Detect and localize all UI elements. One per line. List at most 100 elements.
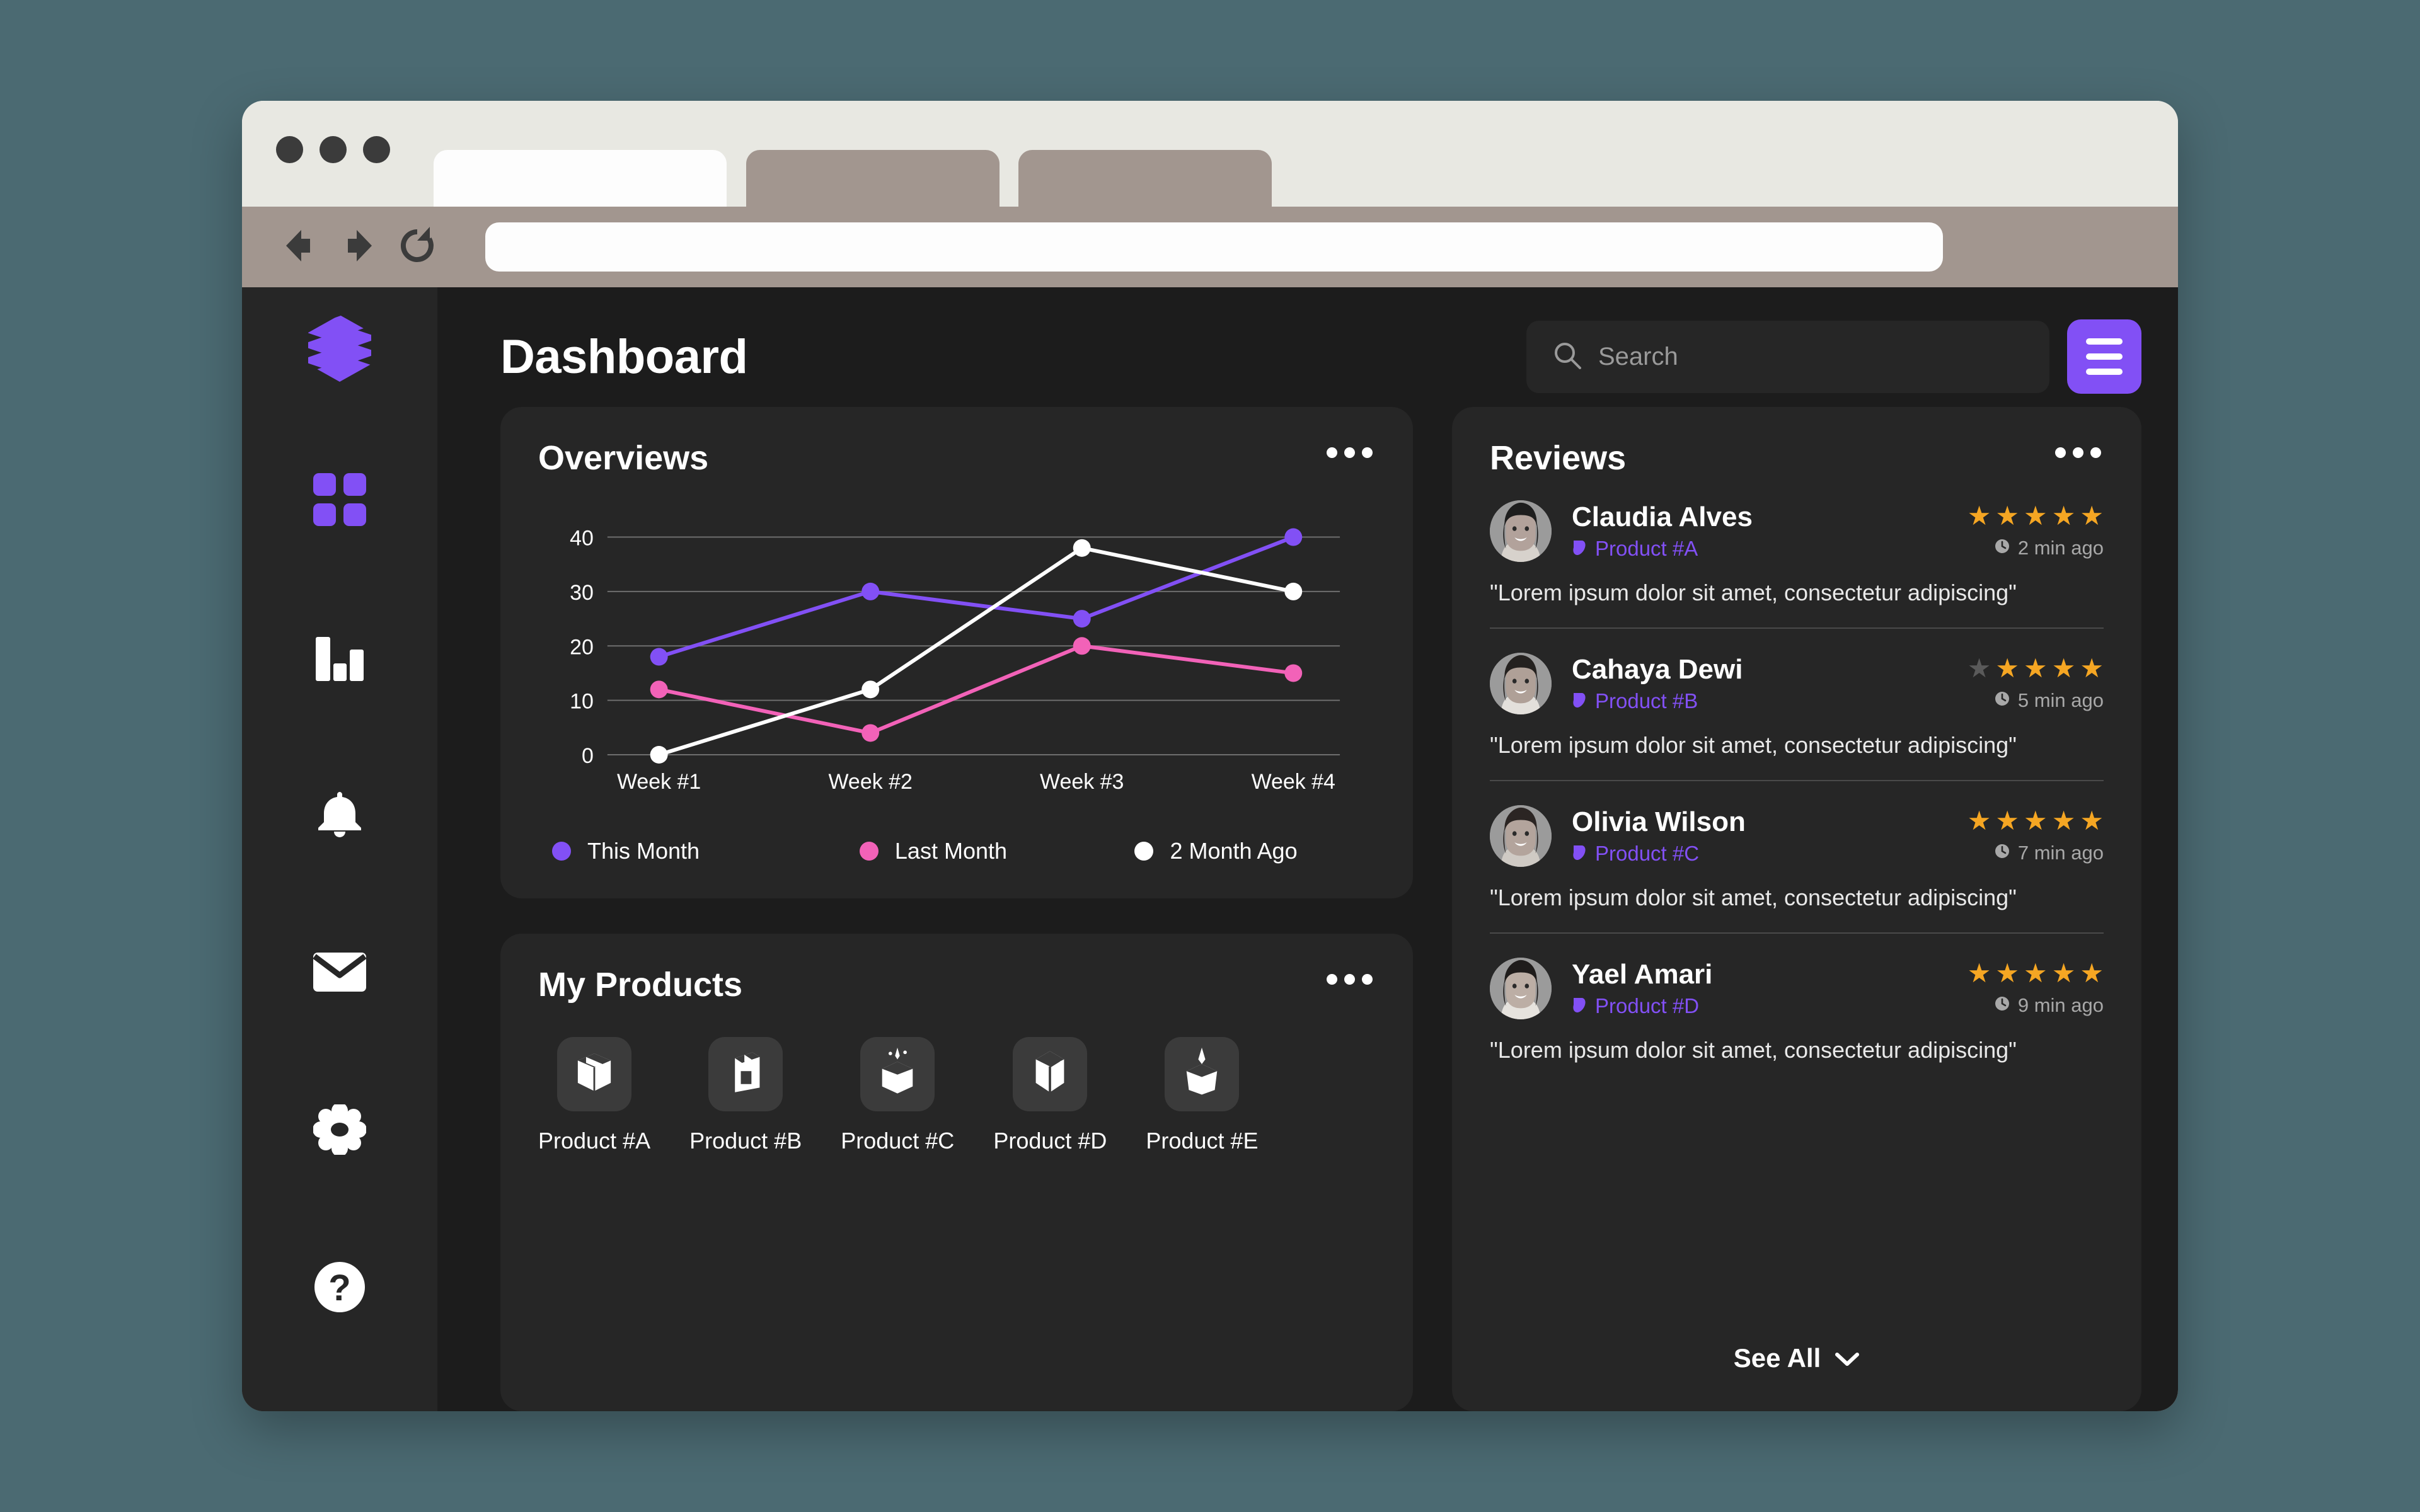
- sidebar: ?: [242, 287, 437, 1411]
- legend-dot-last-month: [859, 842, 879, 861]
- product-item[interactable]: Product #B: [689, 1037, 802, 1154]
- right-column: Reviews Claudia Alves Product #A ★ ★ ★ ★…: [1452, 407, 2141, 1411]
- maximize-window-dot[interactable]: [363, 136, 390, 163]
- sidebar-item-messages[interactable]: [302, 936, 377, 1011]
- hamburger-line-2: [2086, 353, 2123, 360]
- my-products-more-options-icon[interactable]: [1324, 965, 1375, 994]
- product-item[interactable]: Product #C: [841, 1037, 954, 1154]
- avatar: [1490, 805, 1552, 867]
- url-input[interactable]: [485, 222, 1943, 272]
- clock-icon: [1994, 537, 2010, 559]
- svg-text:Week #2: Week #2: [829, 770, 913, 794]
- box-closed-icon: [1030, 1046, 1070, 1102]
- reviewer-name: Cahaya Dewi: [1572, 653, 1743, 685]
- browser-toolbar: [242, 207, 2178, 287]
- forward-arrow-icon[interactable]: [330, 227, 376, 267]
- product-tile[interactable]: [1165, 1037, 1240, 1111]
- reviewer-name: Claudia Alves: [1572, 501, 1753, 532]
- product-label: Product #D: [993, 1128, 1107, 1154]
- svg-text:10: 10: [570, 690, 594, 714]
- search-input[interactable]: [1598, 342, 2023, 371]
- star-icon-filled: ★: [2051, 501, 2076, 530]
- main-content: Dashboard Search Overviews 0 10 20 30 40…: [437, 287, 2178, 1411]
- star-icon-filled: ★: [1995, 806, 2020, 835]
- review-text: "Lorem ipsum dolor sit amet, consectetur…: [1490, 580, 2017, 605]
- browser-window: ? Dashboard Search Overviews 0 10 20 30 …: [242, 101, 2178, 1411]
- sidebar-item-notifications[interactable]: [302, 778, 377, 854]
- star-icon-filled: ★: [1967, 806, 1991, 835]
- sidebar-item-analytics[interactable]: [302, 621, 377, 696]
- avatar: [1490, 500, 1552, 562]
- product-tile[interactable]: [708, 1037, 783, 1111]
- svg-text:?: ?: [328, 1268, 350, 1309]
- box-sparkle-icon: [877, 1046, 918, 1102]
- star-icon-filled: ★: [2080, 806, 2104, 835]
- review-item[interactable]: Olivia Wilson Product #C ★ ★ ★ ★ ★ 7 min…: [1490, 805, 2104, 958]
- review-time: 9 min ago: [1968, 994, 2104, 1017]
- star-icon-filled: ★: [1995, 653, 2020, 683]
- svg-text:40: 40: [570, 527, 594, 551]
- review-text: "Lorem ipsum dolor sit amet, consectetur…: [1490, 732, 2017, 758]
- page-title: Dashboard: [500, 329, 748, 384]
- reviewer-name: Olivia Wilson: [1572, 806, 1746, 837]
- review-item[interactable]: Cahaya Dewi Product #B ★ ★ ★ ★ ★ 5 min a…: [1490, 653, 2104, 805]
- product-item[interactable]: Product #D: [993, 1037, 1107, 1154]
- svg-text:Week #3: Week #3: [1040, 770, 1124, 794]
- product-item[interactable]: Product #A: [538, 1037, 650, 1154]
- overviews-more-options-icon[interactable]: [1324, 438, 1375, 467]
- star-icon-empty: ★: [1967, 653, 1991, 683]
- review-divider: [1490, 780, 2104, 781]
- svg-text:0: 0: [582, 744, 594, 768]
- legend-label-this-month: This Month: [587, 838, 700, 864]
- review-item[interactable]: Claudia Alves Product #A ★ ★ ★ ★ ★ 2 min…: [1490, 500, 2104, 653]
- sidebar-item-settings[interactable]: [302, 1093, 377, 1169]
- svg-text:Week #4: Week #4: [1252, 770, 1335, 794]
- review-text: "Lorem ipsum dolor sit amet, consectetur…: [1490, 1037, 2017, 1063]
- product-item[interactable]: Product #E: [1146, 1037, 1259, 1154]
- grid-dashboard-icon: [313, 472, 366, 529]
- sidebar-item-help[interactable]: ?: [302, 1251, 377, 1326]
- review-product[interactable]: Product #C: [1572, 842, 1746, 866]
- back-arrow-icon[interactable]: [282, 227, 328, 267]
- clock-icon: [1994, 994, 2010, 1017]
- product-label: Product #E: [1146, 1128, 1259, 1154]
- reviews-more-options-icon[interactable]: [2053, 438, 2104, 467]
- bell-icon: [313, 788, 366, 844]
- reload-icon[interactable]: [397, 226, 437, 269]
- product-label: Product #C: [841, 1128, 955, 1154]
- review-item[interactable]: Yael Amari Product #D ★ ★ ★ ★ ★ 9 min ag…: [1490, 958, 2104, 1066]
- app-header: Dashboard: [500, 306, 2141, 407]
- close-window-dot[interactable]: [276, 136, 303, 163]
- overviews-card: Overviews 0 10 20 30 40 Week #1 Week #2 Week #3…: [500, 407, 1413, 898]
- legend-label-last-month: Last Month: [894, 838, 1008, 864]
- product-tile[interactable]: [557, 1037, 632, 1111]
- review-product-label: Product #A: [1595, 537, 1698, 561]
- box-star-icon: [1182, 1046, 1222, 1102]
- product-label: Product #A: [538, 1128, 651, 1154]
- my-products-card: My Products Product #A Product #B Produc…: [500, 934, 1413, 1411]
- minimize-window-dot[interactable]: [320, 136, 347, 163]
- rating-stars: ★ ★ ★ ★ ★: [1968, 960, 2104, 987]
- see-all-button[interactable]: See All: [1490, 1326, 2104, 1380]
- legend-item-last-month: Last Month: [859, 838, 1135, 864]
- review-product[interactable]: Product #A: [1572, 537, 1753, 561]
- star-icon-filled: ★: [2024, 958, 2048, 988]
- clock-icon: [1994, 842, 2010, 864]
- hamburger-menu-button[interactable]: [2067, 319, 2141, 394]
- product-tile[interactable]: [1013, 1037, 1088, 1111]
- sidebar-item-dashboard[interactable]: [302, 463, 377, 539]
- svg-text:20: 20: [570, 635, 594, 659]
- brand-logo-icon[interactable]: [306, 314, 374, 386]
- app-viewport: ? Dashboard Search Overviews 0 10 20 30 …: [242, 287, 2178, 1411]
- review-text: "Lorem ipsum dolor sit amet, consectetur…: [1490, 885, 2017, 910]
- rating-stars: ★ ★ ★ ★ ★: [1968, 808, 2104, 834]
- star-icon-filled: ★: [2051, 958, 2076, 988]
- review-product[interactable]: Product #B: [1572, 689, 1743, 713]
- star-icon-filled: ★: [2024, 501, 2048, 530]
- search-box[interactable]: [1526, 320, 2049, 393]
- review-time-label: 9 min ago: [2017, 994, 2104, 1016]
- star-icon-filled: ★: [1967, 501, 1991, 530]
- tag-icon: [1572, 689, 1587, 713]
- product-tile[interactable]: [860, 1037, 935, 1111]
- review-product[interactable]: Product #D: [1572, 994, 1712, 1018]
